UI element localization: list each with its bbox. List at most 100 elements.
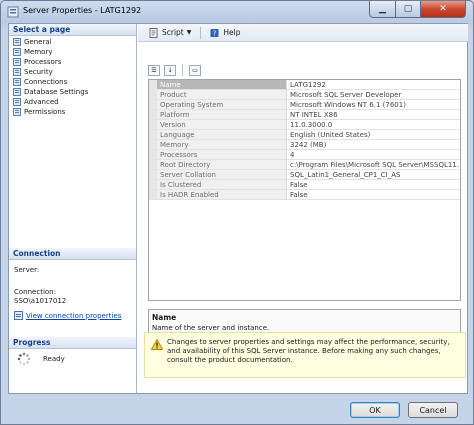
property-grid: Name LATG1292 Product Microsoft SQL Server…: [148, 79, 461, 301]
page-icon: [13, 108, 21, 116]
property-row-language[interactable]: Language English (United States): [149, 130, 460, 140]
connection-label: Connection:: [14, 288, 56, 296]
page-item-advanced[interactable]: Advanced: [13, 97, 59, 107]
page-item-label: General: [24, 38, 52, 46]
minimize-button[interactable]: ▁: [369, 1, 396, 18]
warning-icon: [151, 339, 163, 350]
select-page-header: Select a page: [9, 24, 136, 36]
property-name: Is HADR Enabled: [157, 190, 287, 200]
description-text: Name of the server and instance.: [152, 324, 270, 332]
dialog-client-area: Select a page General Memory Processors …: [8, 23, 468, 394]
connection-header: Connection: [9, 248, 136, 260]
property-value: False: [287, 190, 460, 200]
property-value: 11.0.3000.0: [287, 120, 460, 130]
page-item-database-settings[interactable]: Database Settings: [13, 87, 88, 97]
property-name: Server Collation: [157, 170, 287, 180]
page-item-label: Database Settings: [24, 88, 89, 96]
page-item-connections[interactable]: Connections: [13, 77, 67, 87]
toolbar: Script ▼ ? Help: [138, 24, 468, 42]
property-row-platform[interactable]: Platform NT INTEL X86: [149, 110, 460, 120]
page-icon: [13, 98, 21, 106]
property-name: Product: [157, 90, 287, 100]
script-icon: [149, 27, 158, 38]
property-value: English (United States): [287, 130, 460, 140]
page-icon: [13, 48, 21, 56]
properties-link-icon: [14, 311, 23, 320]
page-item-label: Memory: [24, 48, 53, 56]
progress-header: Progress: [9, 337, 136, 349]
property-row-name[interactable]: Name LATG1292: [149, 80, 460, 90]
property-value: c:\Program Files\Microsoft SQL Server\MS…: [287, 160, 460, 170]
property-grid-toolbar: ☰ ↓ ▭: [148, 64, 201, 76]
page-icon: [13, 58, 21, 66]
progress-status: Ready: [43, 355, 65, 363]
page-item-permissions[interactable]: Permissions: [13, 107, 65, 117]
property-value: 3242 (MB): [287, 140, 460, 150]
page-item-processors[interactable]: Processors: [13, 57, 61, 67]
help-button[interactable]: ? Help: [207, 27, 243, 39]
chevron-down-icon: ▼: [186, 29, 192, 36]
toolbar-separator: [200, 26, 202, 39]
property-row-is-hadr-enabled[interactable]: Is HADR Enabled False: [149, 190, 460, 200]
page-icon: [13, 78, 21, 86]
property-name: Memory: [157, 140, 287, 150]
property-row-product[interactable]: Product Microsoft SQL Server Developer: [149, 90, 460, 100]
page-item-label: Processors: [24, 58, 62, 66]
title-bar[interactable]: Server Properties - LATG1292 ▁ ▢ ✕: [1, 1, 473, 23]
property-value: Microsoft Windows NT 6.1 (7601): [287, 100, 460, 110]
property-name: Is Clustered: [157, 180, 287, 190]
property-name: Version: [157, 120, 287, 130]
progress-spinner-icon: [17, 352, 31, 366]
cancel-button[interactable]: Cancel: [408, 402, 458, 418]
window-title: Server Properties - LATG1292: [23, 6, 142, 15]
page-icon: [13, 68, 21, 76]
view-connection-properties-text: View connection properties: [26, 311, 122, 320]
maximize-button[interactable]: ▢: [395, 1, 421, 18]
property-name: Name: [157, 80, 287, 90]
property-row-root-directory[interactable]: Root Directory c:\Program Files\Microsoft…: [149, 160, 460, 170]
script-button[interactable]: Script ▼: [146, 27, 194, 39]
connection-value: SSO\a1017012: [14, 297, 67, 305]
page-item-memory[interactable]: Memory: [13, 47, 52, 57]
property-pages-icon: ▭: [192, 66, 198, 74]
categorized-icon: ☰: [151, 66, 157, 74]
left-pane: Select a page General Memory Processors …: [9, 24, 137, 393]
page-item-security[interactable]: Security: [13, 67, 53, 77]
property-row-version[interactable]: Version 11.0.3000.0: [149, 120, 460, 130]
property-row-is-clustered[interactable]: Is Clustered False: [149, 180, 460, 190]
property-pages-button[interactable]: ▭: [189, 64, 201, 76]
help-label: Help: [223, 28, 241, 37]
server-label: Server:: [14, 266, 40, 274]
page-item-label: Advanced: [24, 98, 59, 106]
property-row-server-collation[interactable]: Server Collation SQL_Latin1_General_CP1_C…: [149, 170, 460, 180]
categorized-button[interactable]: ☰: [148, 64, 160, 76]
close-button[interactable]: ✕: [420, 1, 466, 18]
view-connection-properties-link[interactable]: View connection properties: [14, 311, 121, 320]
page-icon: [13, 38, 21, 46]
property-name: Language: [157, 130, 287, 140]
grid-toolbar-separator: [182, 64, 183, 76]
property-row-operating-system[interactable]: Operating System Microsoft Windows NT 6.1…: [149, 100, 460, 110]
property-value: False: [287, 180, 460, 190]
dialog-footer: OK Cancel: [1, 394, 474, 425]
ok-button[interactable]: OK: [350, 402, 400, 418]
property-value: Microsoft SQL Server Developer: [287, 90, 460, 100]
help-icon: ?: [210, 28, 219, 37]
server-properties-icon: [7, 6, 19, 18]
property-value: 4: [287, 150, 460, 160]
property-name: Operating System: [157, 100, 287, 110]
property-value: LATG1292: [287, 80, 460, 90]
property-value: SQL_Latin1_General_CP1_CI_AS: [287, 170, 460, 180]
right-pane: Script ▼ ? Help ☰ ↓ ▭ Name LATG1292 Produ…: [138, 24, 468, 393]
page-item-label: Permissions: [24, 108, 66, 116]
warning-message: Changes to server properties and setting…: [144, 332, 466, 378]
minimize-icon: ▁: [379, 4, 386, 14]
property-row-memory[interactable]: Memory 3242 (MB): [149, 140, 460, 150]
close-icon: ✕: [439, 4, 447, 14]
property-row-processors[interactable]: Processors 4: [149, 150, 460, 160]
property-value: NT INTEL X86: [287, 110, 460, 120]
property-name: Processors: [157, 150, 287, 160]
page-item-general[interactable]: General: [13, 37, 52, 47]
alphabetical-button[interactable]: ↓: [164, 64, 176, 76]
warning-text: Changes to server properties and setting…: [167, 338, 450, 364]
